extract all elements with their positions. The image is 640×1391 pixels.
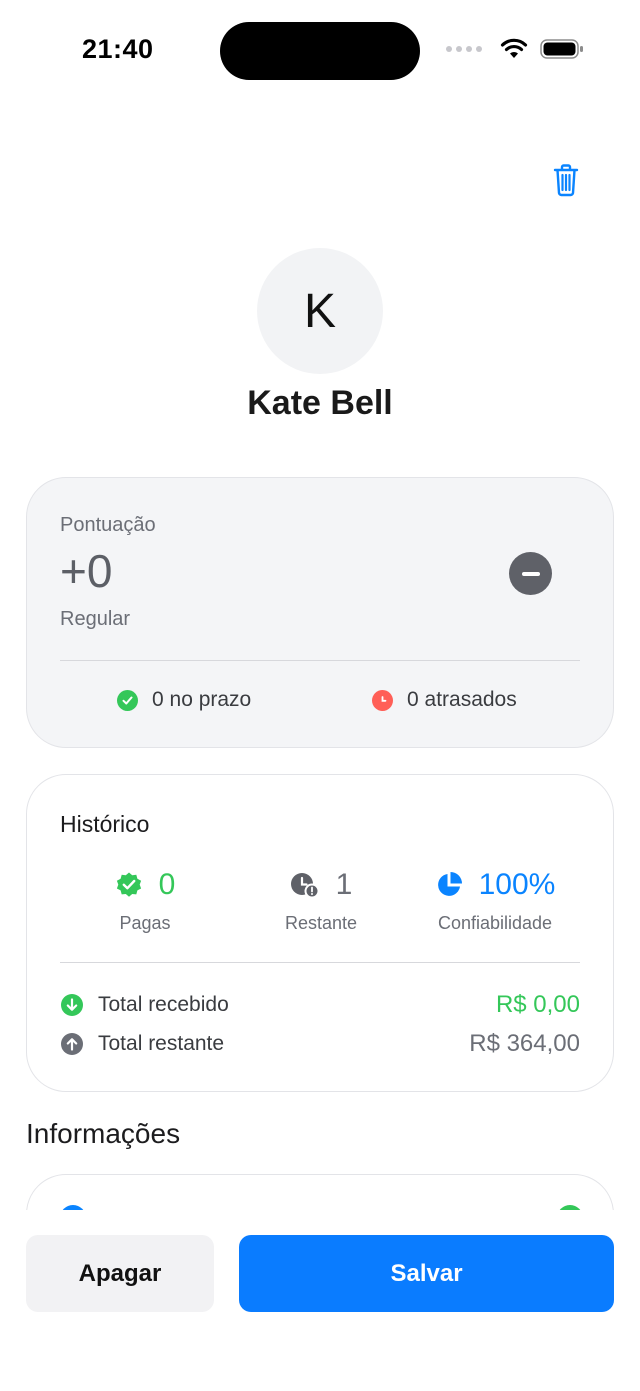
- total-remaining-label: Total restante: [98, 1032, 225, 1055]
- score-status: Regular: [60, 608, 131, 630]
- contact-name: Kate Bell: [247, 384, 393, 422]
- divider: [60, 962, 580, 963]
- battery-icon: [540, 39, 583, 59]
- status-bar: 21:40: [0, 0, 640, 100]
- minus-circle-icon: [509, 552, 552, 595]
- delete-button[interactable]: Apagar: [26, 1235, 214, 1312]
- total-received-row: Total recebido R$ 0,00: [60, 991, 580, 1019]
- divider: [60, 660, 580, 661]
- info-card: [26, 1174, 614, 1210]
- metric-remaining-value: 1: [335, 868, 353, 901]
- late-text: 0 atrasados: [407, 688, 517, 711]
- pie-chart-icon: [437, 872, 462, 896]
- status-icon: [557, 1205, 583, 1210]
- metric-reliability: 100% Confiabilidade: [405, 867, 585, 934]
- info-icon: [60, 1205, 86, 1210]
- clock-alert-icon: [290, 873, 320, 899]
- cellular-signal-icon: [446, 46, 482, 52]
- clock-icon: [372, 689, 393, 711]
- total-remaining-value: R$ 364,00: [469, 1030, 580, 1057]
- avatar: K: [257, 248, 383, 374]
- on-time-text: 0 no prazo: [152, 688, 252, 711]
- wifi-icon: [500, 38, 528, 58]
- info-card-visible-region: [0, 1170, 640, 1210]
- metric-paid-value: 0: [158, 868, 176, 901]
- metric-reliability-value: 100%: [478, 868, 556, 901]
- total-received-label: Total recebido: [98, 993, 229, 1016]
- score-label: Pontuação: [60, 514, 156, 536]
- score-value: +0: [60, 545, 113, 597]
- metric-remaining-label: Restante: [284, 913, 358, 933]
- metric-remaining: 1 Restante: [231, 867, 411, 934]
- late-stat: 0 atrasados: [372, 688, 517, 712]
- status-time: 21:40: [82, 34, 154, 64]
- score-card: Pontuação +0 Regular 0 no prazo 0 atrasa…: [26, 477, 614, 748]
- metric-paid-label: Pagas: [119, 913, 171, 933]
- total-received-value: R$ 0,00: [495, 991, 580, 1018]
- info-section-title: Informações: [26, 1118, 181, 1149]
- on-time-stat: 0 no prazo: [117, 688, 251, 712]
- dynamic-island: [220, 22, 420, 80]
- verified-badge-icon: [116, 872, 141, 897]
- check-circle-icon: [117, 689, 138, 711]
- trash-icon: [553, 164, 579, 197]
- avatar-initial: K: [303, 284, 336, 338]
- arrow-up-circle-icon: [61, 1033, 83, 1055]
- arrow-down-circle-icon: [61, 994, 83, 1016]
- history-title: Histórico: [60, 811, 150, 837]
- metric-paid: 0 Pagas: [55, 867, 235, 934]
- metric-reliability-label: Confiabilidade: [437, 913, 553, 933]
- delete-contact-button[interactable]: [548, 160, 584, 200]
- save-button[interactable]: Salvar: [239, 1235, 614, 1312]
- history-card: Histórico 0 Pagas 1 Restante 100% Confia…: [26, 774, 614, 1092]
- status-icons: [446, 38, 584, 60]
- total-remaining-row: Total restante R$ 364,00: [60, 1030, 580, 1058]
